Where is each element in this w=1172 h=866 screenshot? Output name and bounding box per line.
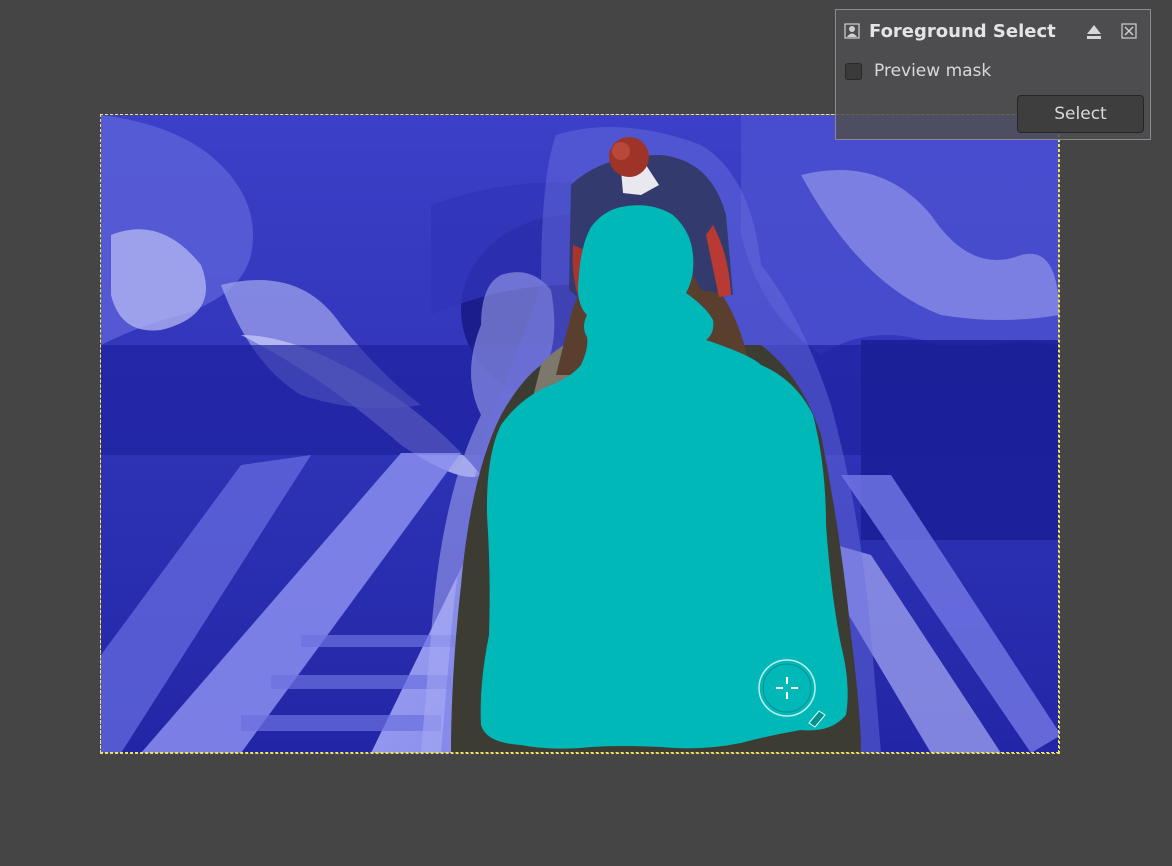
panel-header[interactable]: Foreground Select xyxy=(836,10,1150,52)
select-button[interactable]: Select xyxy=(1017,95,1144,133)
image-canvas-area[interactable]: Foreground Select Preview mask Select xyxy=(0,0,1172,866)
foreground-select-tool-icon xyxy=(844,23,860,39)
foreground-select-panel: Foreground Select Preview mask Select xyxy=(835,9,1151,140)
close-icon[interactable] xyxy=(1121,23,1137,39)
preview-mask-toggle[interactable]: Preview mask xyxy=(845,60,991,82)
preview-mask-label: Preview mask xyxy=(874,61,992,81)
panel-title: Foreground Select xyxy=(869,21,1056,42)
eject-icon[interactable] xyxy=(1085,22,1103,42)
image-layer[interactable] xyxy=(100,114,1060,754)
masked-photo xyxy=(101,115,1059,753)
preview-mask-checkbox[interactable] xyxy=(845,62,862,80)
